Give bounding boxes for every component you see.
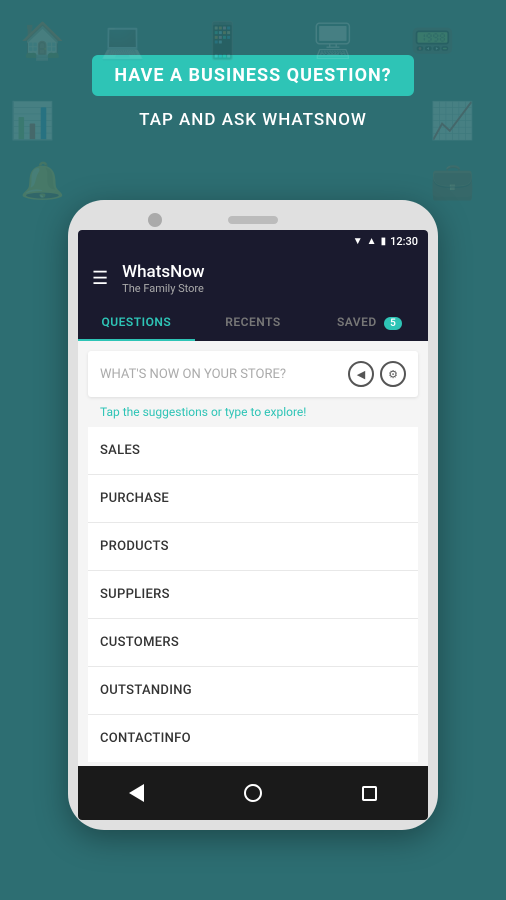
nav-home-button[interactable] [238, 778, 268, 808]
list-item-sales[interactable]: SALES [88, 427, 418, 475]
suggestion-text: Tap the suggestions or type to explore! [78, 397, 428, 427]
list-item-products[interactable]: PRODUCTS [88, 523, 418, 571]
nav-back-button[interactable] [121, 778, 151, 808]
search-icons: ◀ ⚙ [348, 361, 406, 387]
tabs-bar: QUESTIONS RECENTS SAVED 5 [78, 305, 428, 341]
phone-frame: ▼ ▲ ▮ 12:30 ☰ WhatsNow The Family Store … [68, 200, 438, 830]
app-subtitle: The Family Store [122, 282, 204, 295]
home-icon [244, 784, 262, 802]
search-bar[interactable]: WHAT'S NOW ON YOUR STORE? ◀ ⚙ [88, 351, 418, 397]
battery-icon: ▮ [381, 236, 387, 247]
list-container: SALES PURCHASE PRODUCTS SUPPLIERS CUSTOM… [88, 427, 418, 762]
list-item-contactinfo[interactable]: CONTACTINFO [88, 715, 418, 762]
search-back-icon[interactable]: ◀ [348, 361, 374, 387]
app-toolbar: ☰ WhatsNow The Family Store [78, 252, 428, 305]
signal-icon: ▼ [353, 236, 363, 247]
nav-recent-button[interactable] [355, 778, 385, 808]
search-placeholder: WHAT'S NOW ON YOUR STORE? [100, 367, 348, 382]
recent-icon [362, 786, 377, 801]
app-title-group: WhatsNow The Family Store [122, 262, 204, 295]
bg-icon-8: 🔔 [20, 160, 65, 202]
bottom-nav [78, 766, 428, 820]
list-item-suppliers[interactable]: SUPPLIERS [88, 571, 418, 619]
saved-badge: 5 [384, 317, 402, 330]
status-icons: ▼ ▲ ▮ 12:30 [353, 235, 418, 248]
wifi-icon: ▲ [367, 236, 377, 247]
status-bar: ▼ ▲ ▮ 12:30 [78, 230, 428, 252]
status-time: 12:30 [390, 235, 418, 248]
banner-text: HAVE A BUSINESS QUESTION? [114, 65, 391, 86]
header-area: HAVE A BUSINESS QUESTION? TAP AND ASK WH… [0, 0, 506, 160]
list-item-purchase[interactable]: PURCHASE [88, 475, 418, 523]
tab-questions[interactable]: QUESTIONS [78, 305, 195, 339]
list-item-customers[interactable]: CUSTOMERS [88, 619, 418, 667]
subtitle-text: TAP AND ASK WHATSNOW [139, 110, 367, 130]
search-settings-icon[interactable]: ⚙ [380, 361, 406, 387]
phone-screen: ▼ ▲ ▮ 12:30 ☰ WhatsNow The Family Store … [78, 230, 428, 820]
tab-saved[interactable]: SAVED 5 [311, 305, 428, 339]
bg-icon-9: 💼 [430, 160, 475, 202]
banner: HAVE A BUSINESS QUESTION? [92, 55, 413, 96]
back-icon [129, 784, 144, 802]
phone-speaker [228, 216, 278, 224]
menu-icon[interactable]: ☰ [92, 270, 108, 288]
phone-camera [148, 213, 162, 227]
tab-recents[interactable]: RECENTS [195, 305, 312, 339]
list-item-outstanding[interactable]: OUTSTANDING [88, 667, 418, 715]
app-title: WhatsNow [122, 262, 204, 282]
